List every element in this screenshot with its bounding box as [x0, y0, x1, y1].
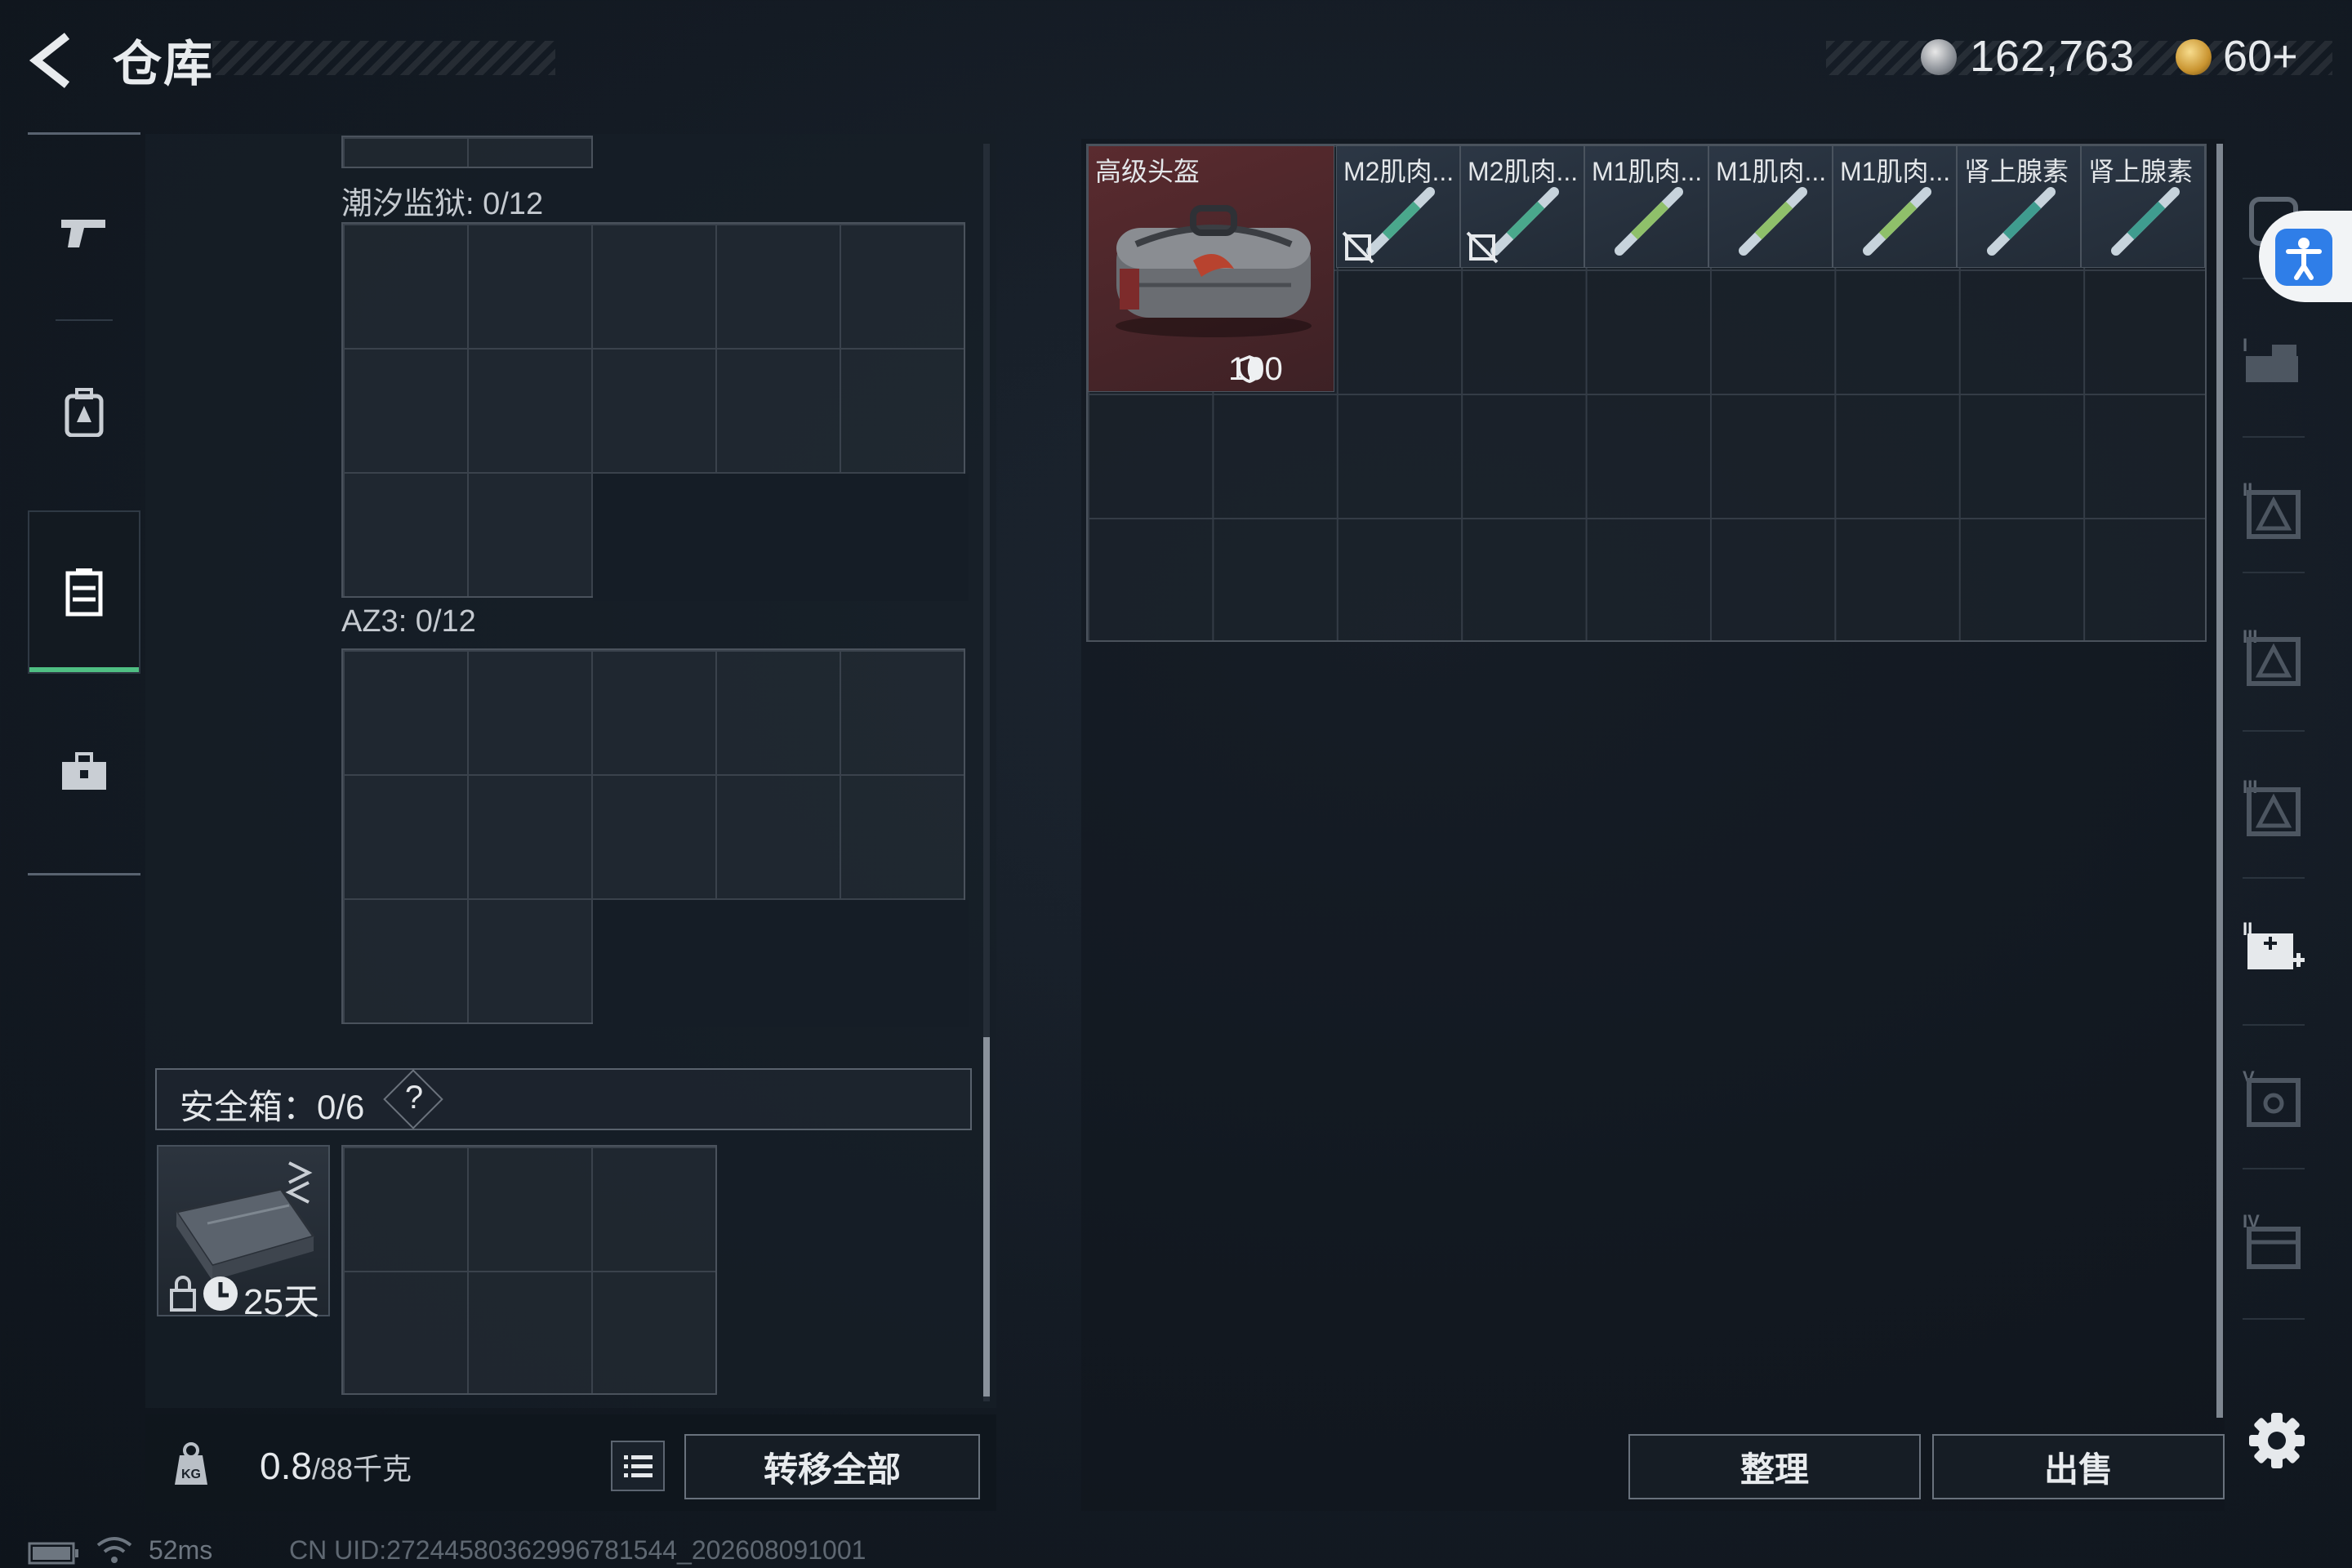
no-use-icon — [1342, 231, 1374, 264]
list-icon — [624, 1455, 653, 1477]
safe-box-label: 安全箱：0/6 — [180, 1088, 365, 1126]
accessibility-icon[interactable] — [2275, 229, 2332, 286]
syringe-icon — [1863, 187, 1931, 256]
tab-stash-6[interactable]: IV — [2234, 1196, 2313, 1285]
svg-text:KG: KG — [181, 1468, 201, 1481]
nav-containers[interactable] — [28, 510, 140, 674]
helmet-bag-image — [1116, 205, 1312, 337]
safe-box-duration: 25天 — [243, 1282, 319, 1322]
tab-divider — [2243, 1318, 2305, 1320]
svg-text:I: I — [2243, 335, 2247, 355]
silver-coin-icon — [1921, 39, 1957, 75]
tab-divider — [2243, 730, 2305, 732]
list-view-button[interactable] — [611, 1441, 665, 1491]
pistol-icon — [61, 220, 105, 247]
person-icon — [2286, 238, 2322, 280]
gold-coin-icon — [2176, 39, 2212, 75]
add-stash-icon: II — [2243, 919, 2305, 969]
vest-icon — [65, 568, 103, 617]
clock-icon — [203, 1276, 238, 1311]
help-icon[interactable]: ? — [402, 1080, 426, 1116]
user-id: CN UID:272445803629967815​44_20260809100… — [289, 1535, 866, 1565]
syringe-icon — [1615, 187, 1683, 256]
transfer-all-button[interactable]: 转移全部 — [684, 1434, 980, 1499]
back-arrow-icon — [29, 33, 70, 88]
currency-primary-amount: 162,763 — [1970, 32, 2136, 81]
tab-divider — [2243, 1168, 2305, 1169]
tab-stash-1[interactable]: I — [2234, 315, 2313, 405]
currency-secondary-amount: 60+ — [2223, 32, 2298, 81]
tab-stash-4[interactable]: III — [2234, 761, 2313, 851]
stash-scrollbar[interactable] — [2216, 144, 2223, 1418]
stash-page-icon: II — [2243, 479, 2301, 539]
syringe-icon — [1739, 187, 1807, 256]
left-scrollbar-thumb[interactable] — [983, 1037, 990, 1396]
tab-divider — [2243, 877, 2305, 879]
tab-divider — [2243, 572, 2305, 573]
tab-divider — [2243, 436, 2305, 438]
container-label-tide-prison: 潮汐监狱: 0/12 — [341, 187, 544, 221]
stash-page-icon: V — [2243, 1067, 2301, 1127]
lock-icon — [170, 1276, 196, 1312]
gear-icon — [2249, 1413, 2305, 1468]
stash-item-syringe[interactable]: M1肌肉... — [1833, 145, 1957, 268]
nav-gear[interactable] — [28, 331, 140, 494]
toolbox-icon — [62, 752, 106, 790]
sell-button[interactable]: 出售 — [1932, 1434, 2225, 1499]
back-button[interactable] — [24, 29, 90, 91]
helmet-armor-value: 100 — [1228, 351, 1283, 387]
weight-value: 0.8 — [260, 1445, 312, 1487]
grid-mask — [593, 474, 969, 601]
wifi-icon — [96, 1537, 132, 1563]
stash-item-syringe[interactable]: 肾上腺素 — [1957, 145, 2081, 268]
stash-item-helmet[interactable]: 高级头盔 — [1088, 145, 1334, 392]
page-title: 仓库 — [113, 37, 214, 91]
stash-page-icon: III — [2243, 777, 2301, 836]
backpack-icon — [65, 388, 104, 437]
sort-button[interactable]: 整理 — [1628, 1434, 1921, 1499]
safe-box-grid[interactable] — [341, 1145, 717, 1395]
settings-button[interactable] — [2244, 1408, 2310, 1473]
nav-supplies[interactable] — [28, 690, 140, 853]
nav-divider — [56, 319, 113, 321]
tab-stash-5[interactable]: V — [2234, 1052, 2313, 1142]
weight-display: 0.8/88千克 — [260, 1444, 412, 1488]
syringe-icon — [1987, 187, 2056, 256]
tab-stash-add[interactable]: II — [2234, 903, 2313, 993]
stash-item-syringe[interactable]: M2肌肉... — [1460, 145, 1584, 268]
container-label-az3: AZ3: 0/12 — [341, 604, 476, 639]
tab-stash-3[interactable]: III — [2234, 611, 2313, 701]
no-use-icon — [1466, 231, 1499, 264]
stash-page-icon: IV — [2243, 1211, 2301, 1269]
stash-item-syringe[interactable]: M1肌肉... — [1708, 145, 1833, 268]
stash-page-icon: III — [2243, 626, 2301, 686]
tab-stash-2[interactable]: II — [2234, 464, 2313, 554]
battery-icon — [28, 1542, 78, 1565]
stash-item-syringe[interactable]: M1肌肉... — [1584, 145, 1708, 268]
previous-container-grid — [341, 136, 593, 168]
title-decoration — [212, 41, 555, 75]
stash-item-syringe[interactable]: 肾上腺素 — [2081, 145, 2205, 268]
stash-page-icon: I — [2243, 335, 2298, 382]
grid-mask — [593, 900, 969, 1027]
syringe-icon — [2111, 187, 2180, 256]
tab-divider — [2243, 1024, 2305, 1026]
nav-weapons[interactable] — [28, 151, 140, 314]
left-nav — [28, 132, 140, 875]
ping-readout: 52ms — [149, 1535, 213, 1565]
weight-capacity: /88千克 — [311, 1452, 412, 1486]
item-name: 高级头盔 — [1095, 157, 1200, 186]
weight-icon: KG — [175, 1442, 207, 1485]
stash-item-syringe[interactable]: M2肌肉... — [1336, 145, 1460, 268]
